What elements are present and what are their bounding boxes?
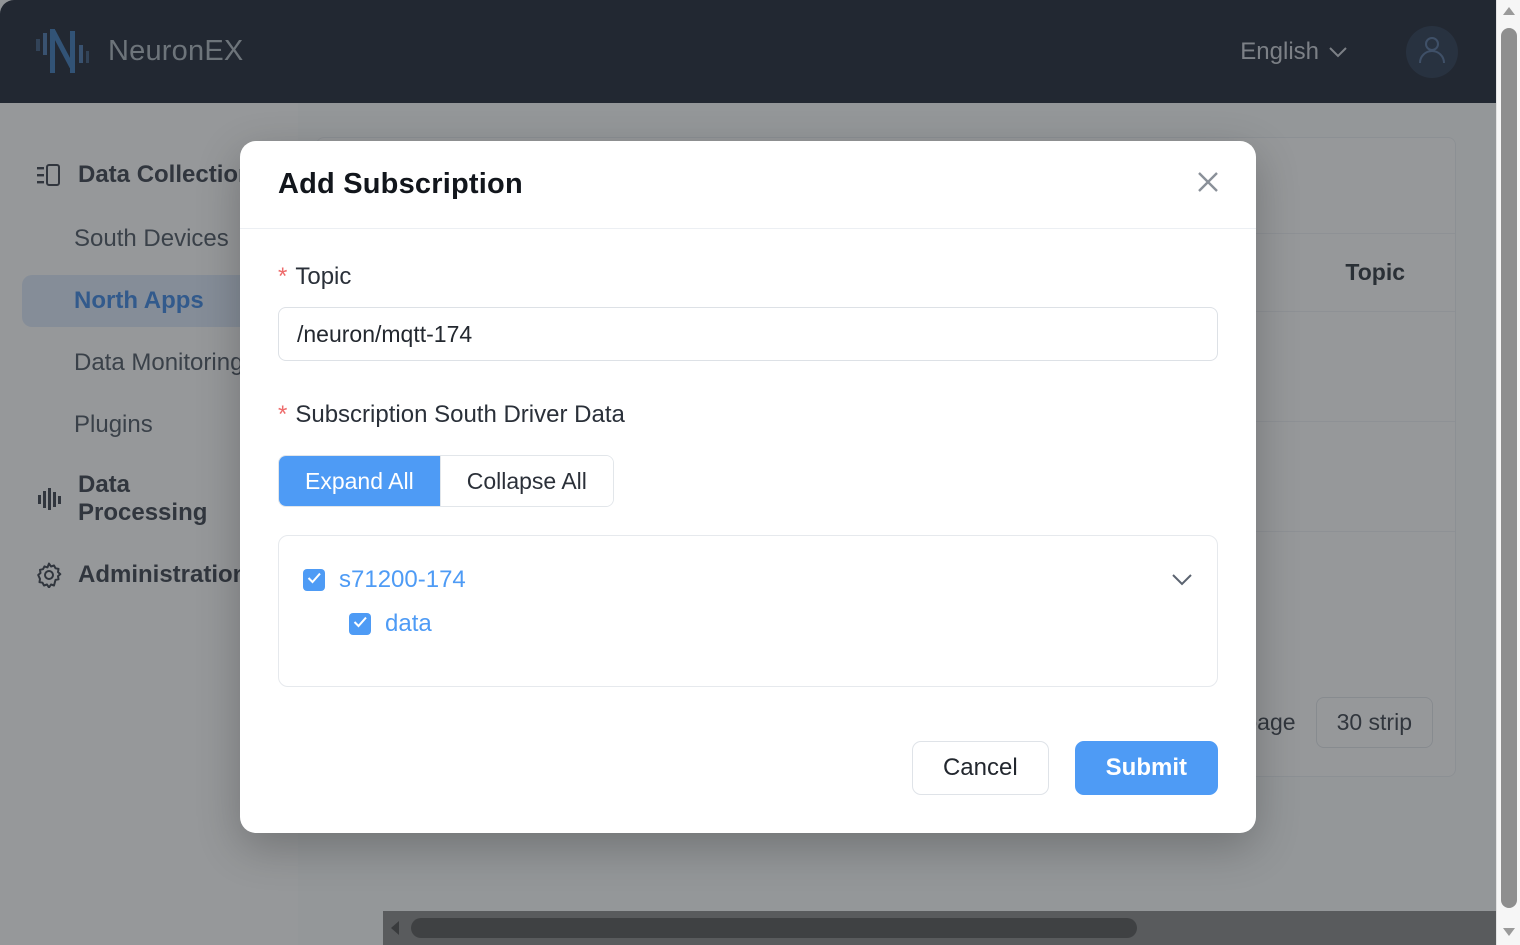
chevron-down-icon[interactable] <box>1171 573 1193 587</box>
group-checkbox[interactable] <box>349 613 371 635</box>
subscription-label-text: Subscription South Driver Data <box>295 401 624 429</box>
check-icon <box>307 571 322 589</box>
tree-node-group[interactable]: data <box>303 602 1193 646</box>
check-icon <box>353 615 368 633</box>
cancel-button[interactable]: Cancel <box>912 741 1049 795</box>
caret-down-icon[interactable] <box>1497 921 1520 943</box>
south-driver-tree: s71200-174 da <box>278 535 1218 687</box>
device-checkbox[interactable] <box>303 569 325 591</box>
vertical-scrollbar[interactable] <box>1496 0 1520 945</box>
add-subscription-dialog: Add Subscription * Topic * Subscription … <box>240 141 1256 833</box>
collapse-all-button[interactable]: Collapse All <box>441 456 613 506</box>
caret-up-icon[interactable] <box>1497 0 1520 22</box>
expand-collapse-segmented-control: Expand All Collapse All <box>278 455 614 507</box>
dialog-body: * Topic * Subscription South Driver Data… <box>240 229 1256 697</box>
topic-input[interactable] <box>278 307 1218 361</box>
tree-node-label: s71200-174 <box>339 566 466 594</box>
topic-label-text: Topic <box>295 263 351 291</box>
tree-node-device[interactable]: s71200-174 <box>303 558 1193 602</box>
close-button[interactable] <box>1188 165 1228 205</box>
required-marker: * <box>278 403 287 427</box>
subscription-section-label: * Subscription South Driver Data <box>278 401 1218 429</box>
close-icon <box>1194 168 1222 201</box>
dialog-footer: Cancel Submit <box>240 697 1256 833</box>
app-root: NeuronEX English <box>0 0 1520 945</box>
topic-field-label: * Topic <box>278 263 1218 291</box>
expand-all-button[interactable]: Expand All <box>279 456 441 506</box>
dialog-header: Add Subscription <box>240 141 1256 229</box>
page-title: Add Subscription <box>278 168 523 201</box>
submit-button[interactable]: Submit <box>1075 741 1218 795</box>
vertical-scroll-thumb[interactable] <box>1501 28 1517 908</box>
required-marker: * <box>278 265 287 289</box>
tree-node-label: data <box>385 610 432 638</box>
